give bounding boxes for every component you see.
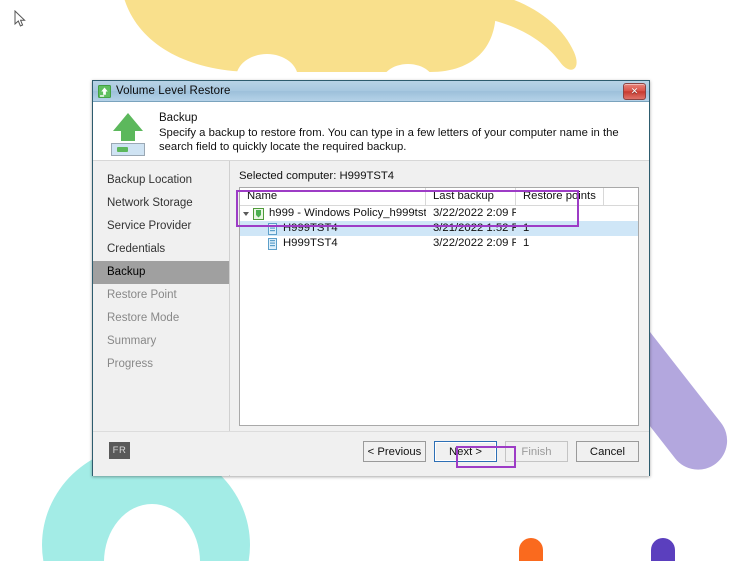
dialog-content: Selected computer: H999TST4 Name Last ba… (230, 161, 649, 476)
row-name-text: h999 - Windows Policy_h999tst4 (269, 207, 426, 219)
sidebar-item-summary[interactable]: Summary (93, 330, 229, 353)
header-description: Specify a backup to restore from. You ca… (159, 127, 619, 153)
sidebar-item-label: Credentials (107, 243, 166, 255)
sidebar-item-network-storage[interactable]: Network Storage (93, 192, 229, 215)
cell-restore-points: 1 (523, 237, 530, 249)
header-icon-wrap (105, 110, 151, 160)
policy-icon (252, 207, 265, 220)
sidebar-item-credentials[interactable]: Credentials (93, 238, 229, 261)
green-up-arrow-icon (111, 113, 145, 156)
sidebar-item-label: Restore Mode (107, 312, 180, 324)
cell-name: h999 - Windows Policy_h999tst4 (240, 206, 426, 221)
sidebar-item-label: Progress (107, 358, 154, 370)
header-title: Backup (159, 112, 198, 124)
sidebar-item-progress[interactable]: Progress (93, 353, 229, 376)
sidebar-item-label: Summary (107, 335, 157, 347)
sidebar-item-backup-location[interactable]: Backup Location (93, 169, 229, 192)
column-header-restore-points[interactable]: Restore points (516, 188, 604, 205)
column-header-spacer[interactable] (604, 188, 638, 205)
dialog-footer: FR < Previous Next > Finish Cancel (93, 431, 649, 475)
computer-icon (266, 222, 279, 235)
cell-restore-points: 1 (523, 222, 530, 234)
language-badge[interactable]: FR (109, 442, 130, 459)
volume-level-restore-dialog: Volume Level Restore ✕ Backup Specify a … (92, 80, 650, 476)
table-row[interactable]: h999 - Windows Policy_h999tst4 3/22/2022… (240, 206, 638, 221)
sidebar-item-label: Network Storage (107, 197, 193, 209)
sidebar-item-restore-mode[interactable]: Restore Mode (93, 307, 229, 330)
dialog-body: Backup Location Network Storage Service … (93, 161, 649, 476)
wizard-steps-sidebar: Backup Location Network Storage Service … (93, 161, 230, 476)
cancel-button[interactable]: Cancel (576, 441, 639, 462)
cell-name: H999TST4 (240, 236, 426, 251)
selected-computer-label: Selected computer: H999TST4 (239, 170, 395, 182)
sidebar-item-label: Restore Point (107, 289, 177, 301)
cell-last-backup: 3/22/2022 2:09 PM (433, 207, 516, 219)
header-texts: Backup Specify a backup to restore from.… (151, 110, 639, 160)
sidebar-item-backup[interactable]: Backup (93, 261, 229, 284)
sidebar-item-restore-point[interactable]: Restore Point (93, 284, 229, 307)
wizard-button-row: < Previous Next > Finish Cancel (363, 441, 639, 462)
column-header-name[interactable]: Name (240, 188, 426, 205)
dialog-header: Backup Specify a backup to restore from.… (93, 102, 649, 161)
row-name-text: H999TST4 (283, 237, 338, 249)
restore-arrow-icon (98, 84, 111, 98)
cell-name: H999TST4 (240, 221, 426, 236)
grid-header-row: Name Last backup Restore points (240, 188, 638, 206)
previous-button[interactable]: < Previous (363, 441, 426, 462)
cell-last-backup: 3/21/2022 1:52 PM (433, 222, 516, 234)
sidebar-item-label: Service Provider (107, 220, 192, 232)
title-bar[interactable]: Volume Level Restore ✕ (93, 81, 649, 102)
sidebar-item-label: Backup (107, 266, 146, 278)
finish-button: Finish (505, 441, 568, 462)
next-button[interactable]: Next > (434, 441, 497, 462)
window-title: Volume Level Restore (116, 85, 231, 97)
cell-last-backup: 3/22/2022 2:09 PM (433, 237, 516, 249)
table-row[interactable]: H999TST4 3/22/2022 2:09 PM 1 (240, 236, 638, 251)
table-row[interactable]: H999TST4 3/21/2022 1:52 PM 1 (240, 221, 638, 236)
row-name-text: H999TST4 (283, 222, 338, 234)
close-button[interactable]: ✕ (623, 83, 646, 100)
backup-tree-grid[interactable]: Name Last backup Restore points h999 - W… (239, 187, 639, 426)
chevron-expanded-icon[interactable] (240, 210, 252, 218)
sidebar-item-label: Backup Location (107, 174, 193, 186)
mouse-cursor-icon (14, 10, 26, 27)
sidebar-item-service-provider[interactable]: Service Provider (93, 215, 229, 238)
computer-icon (266, 237, 279, 250)
close-icon: ✕ (630, 86, 639, 96)
column-header-last-backup[interactable]: Last backup (426, 188, 516, 205)
